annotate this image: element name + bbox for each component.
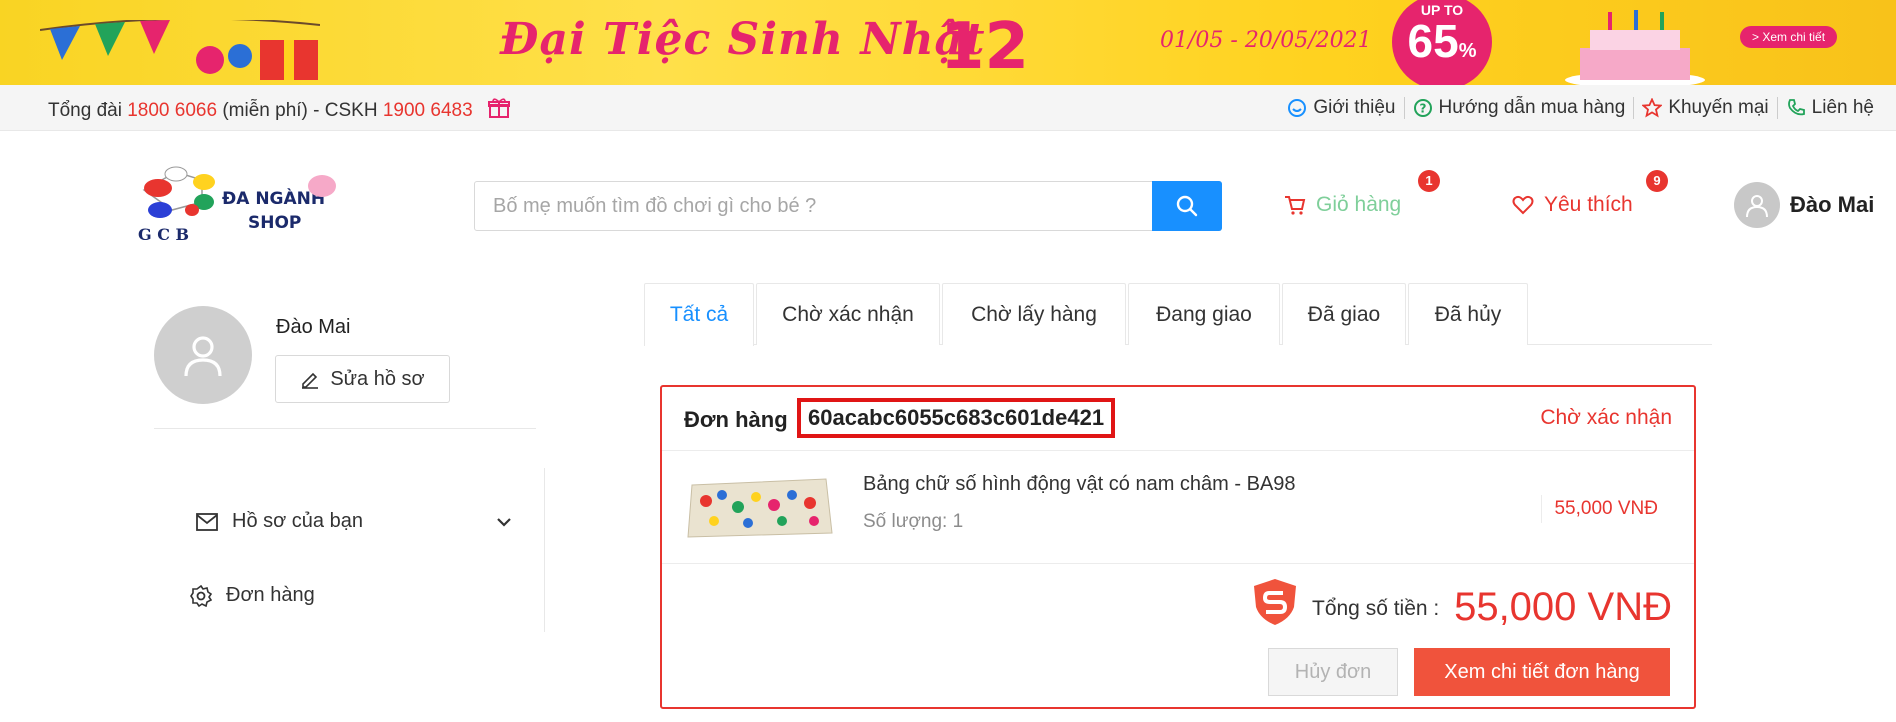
product-thumbnail[interactable] [686,471,836,543]
view-order-detail-button[interactable]: Xem chi tiết đơn hàng [1414,648,1670,696]
cart-count-badge: 1 [1418,170,1440,192]
search-button[interactable] [1152,181,1222,231]
cart-icon [1285,196,1306,215]
star-icon [1642,98,1663,118]
profile-avatar [154,306,252,404]
link-intro[interactable]: Giới thiệu [1279,97,1403,119]
top-info-bar: Tổng đài 1800 6066 (miễn phí) - CSKH 190… [0,85,1896,131]
sidebar-item-orders[interactable]: Đơn hàng [190,584,315,607]
sidebar-divider [154,428,536,429]
sidebar-item-profile[interactable]: Hồ sơ của bạn [196,510,512,533]
order-status: Chờ xác nhận [1540,406,1672,429]
search-icon [1176,195,1198,217]
banner-anniversary-number: 12 [940,10,1030,84]
hotline-prefix: Tổng đài [48,100,122,121]
link-promotions[interactable]: Khuyến mại [1633,97,1776,119]
logo-line-2: SHOP [248,213,301,233]
order-label: Đơn hàng [684,407,788,432]
user-name: Đào Mai [1790,192,1875,217]
user-icon [1746,195,1768,218]
tab-cancelled[interactable]: Đã hủy [1408,283,1528,345]
hotline-info: Tổng đài 1800 6066 (miễn phí) - CSKH 190… [48,97,510,122]
gift-icon[interactable] [487,97,510,119]
mail-icon [196,512,218,531]
gear-icon [190,584,212,607]
question-icon: ? [1413,99,1432,117]
link-guide[interactable]: ? Hướng dẫn mua hàng [1403,97,1634,119]
order-id: 60acabc6055c683c601de421 [797,398,1116,438]
banner-dates: 01/05 - 20/05/2021 [1160,28,1372,53]
top-links: Giới thiệu ? Hướng dẫn mua hàng Khuyến m… [1279,97,1882,119]
product-price: 55,000 VNĐ [1541,495,1658,523]
shop-logo[interactable]: G C B ĐA NGÀNH SHOP [132,166,340,246]
phone-icon [1787,99,1805,116]
link-intro-label: Giới thiệu [1313,97,1396,118]
birthday-cake-icon [1565,10,1705,85]
sidebar-item-orders-label: Đơn hàng [226,584,315,606]
total-label: Tổng số tiền : [1312,597,1440,620]
user-menu[interactable]: Đào Mai [1734,182,1874,228]
tab-all[interactable]: Tất cả [644,283,754,346]
product-name[interactable]: Bảng chữ số hình động vật có nam châm - … [863,473,1296,496]
tab-awaiting-pickup[interactable]: Chờ lấy hàng [942,283,1126,345]
order-status-tabs: Tất cả Chờ xác nhận Chờ lấy hàng Đang gi… [644,283,1712,346]
link-promotions-label: Khuyến mại [1668,97,1769,118]
order-total: 55,000 VNĐ [1454,585,1672,629]
order-header: Đơn hàng 60acabc6055c683c601de421 Chờ xá… [662,387,1694,451]
user-icon [184,336,222,377]
sidebar-vertical-divider [544,468,545,632]
logo-letters: G C B [138,225,189,244]
hotline-number[interactable]: 1800 6066 [127,100,217,121]
search-input[interactable] [475,182,1151,230]
tab-delivered[interactable]: Đã giao [1282,283,1406,345]
party-flags-icon [40,20,320,80]
cart-label: Giỏ hàng [1316,193,1402,216]
search-bar [474,181,1222,231]
heart-icon [1512,195,1534,215]
order-card: Đơn hàng 60acabc6055c683c601de421 Chờ xá… [660,385,1696,709]
tab-pending[interactable]: Chờ xác nhận [756,283,940,345]
banner-cta-button[interactable]: > Xem chi tiết [1740,26,1838,48]
avatar [1734,182,1780,228]
banner-title: Đại Tiệc Sinh Nhật [500,14,986,65]
product-quantity: Số lượng: 1 [863,511,964,532]
link-contact[interactable]: Liên hệ [1776,97,1882,119]
cart-link[interactable]: Giỏ hàng [1284,193,1401,217]
edit-profile-button[interactable]: Sửa hồ sơ [275,355,450,403]
sidebar-item-profile-label: Hồ sơ của bạn [232,510,363,532]
hotline-mid: (miễn phí) - CSKH [222,100,378,121]
link-contact-label: Liên hệ [1811,97,1874,118]
smile-icon [1288,99,1307,117]
profile-name: Đào Mai [276,316,351,338]
chevron-down-icon[interactable] [496,517,512,527]
order-item[interactable]: Bảng chữ số hình động vật có nam châm - … [662,451,1694,564]
favorites-link[interactable]: Yêu thích [1512,193,1633,217]
sale-badge: UP TO 65% [1392,0,1492,85]
favorites-label: Yêu thích [1544,193,1633,216]
tab-shipping[interactable]: Đang giao [1128,283,1280,345]
support-number[interactable]: 1900 6483 [383,100,473,121]
shield-icon [1254,579,1296,625]
link-guide-label: Hướng dẫn mua hàng [1438,97,1626,118]
edit-profile-label: Sửa hồ sơ [330,367,425,390]
cancel-order-button[interactable]: Hủy đơn [1268,648,1398,696]
promo-banner[interactable]: Đại Tiệc Sinh Nhật 12 01/05 - 20/05/2021… [0,0,1896,85]
pencil-icon [302,372,319,389]
favorites-count-badge: 9 [1646,170,1668,192]
sale-value: 65% [1407,15,1477,67]
svg-text:?: ? [1419,102,1426,116]
